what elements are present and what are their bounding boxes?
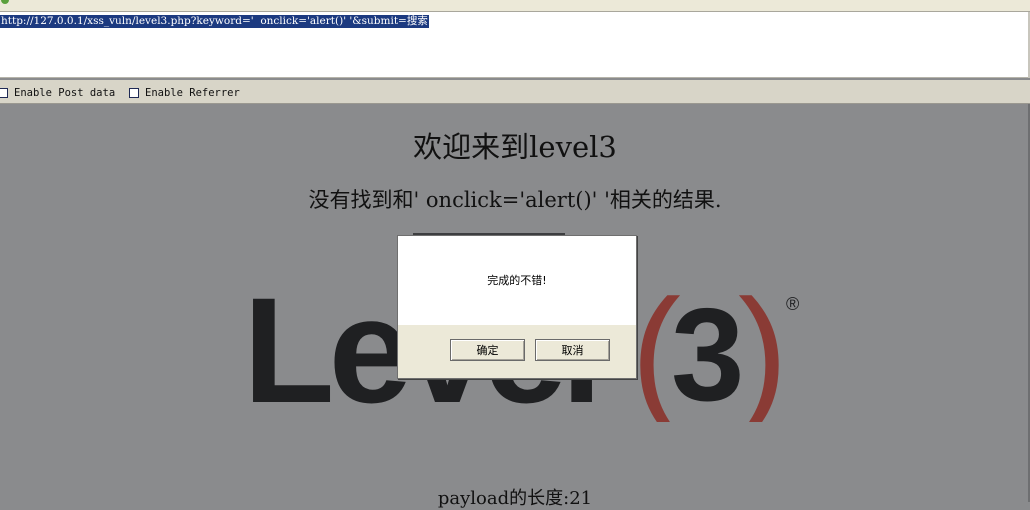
ok-button[interactable]: 确定 (450, 339, 525, 361)
alert-dialog: 完成的不错! 确定 取消 (397, 235, 637, 379)
dialog-message: 完成的不错! (487, 274, 547, 287)
enable-referrer-option[interactable]: Enable Referrer (129, 86, 240, 100)
url-text-selected[interactable]: http://127.0.0.1/xss_vuln/level3.php?key… (0, 15, 429, 28)
top-toolbar-strip (0, 0, 1030, 12)
green-status-icon (1, 0, 9, 4)
search-result-text: 没有找到和' onclick='alert()' '相关的结果. (308, 188, 722, 212)
logo-registered-mark: ® (786, 294, 799, 314)
payload-length-text: payload的长度:21 (437, 488, 593, 509)
dialog-body: 完成的不错! (398, 236, 636, 325)
cancel-button[interactable]: 取消 (535, 339, 610, 361)
logo-right-paren: ) (738, 272, 788, 422)
options-bar: Enable Post data Enable Referrer (0, 80, 1030, 104)
referrer-label: Enable Referrer (145, 87, 240, 99)
logo-numeral: 3 (671, 281, 744, 422)
enable-post-data-option[interactable]: Enable Post data (0, 86, 115, 100)
referrer-checkbox[interactable] (129, 88, 139, 98)
post-data-label: Enable Post data (14, 87, 116, 99)
post-data-checkbox[interactable] (0, 88, 8, 98)
url-textarea[interactable]: http://127.0.0.1/xss_vuln/level3.php?key… (0, 12, 1030, 78)
page-title: 欢迎来到level3 (413, 130, 617, 164)
